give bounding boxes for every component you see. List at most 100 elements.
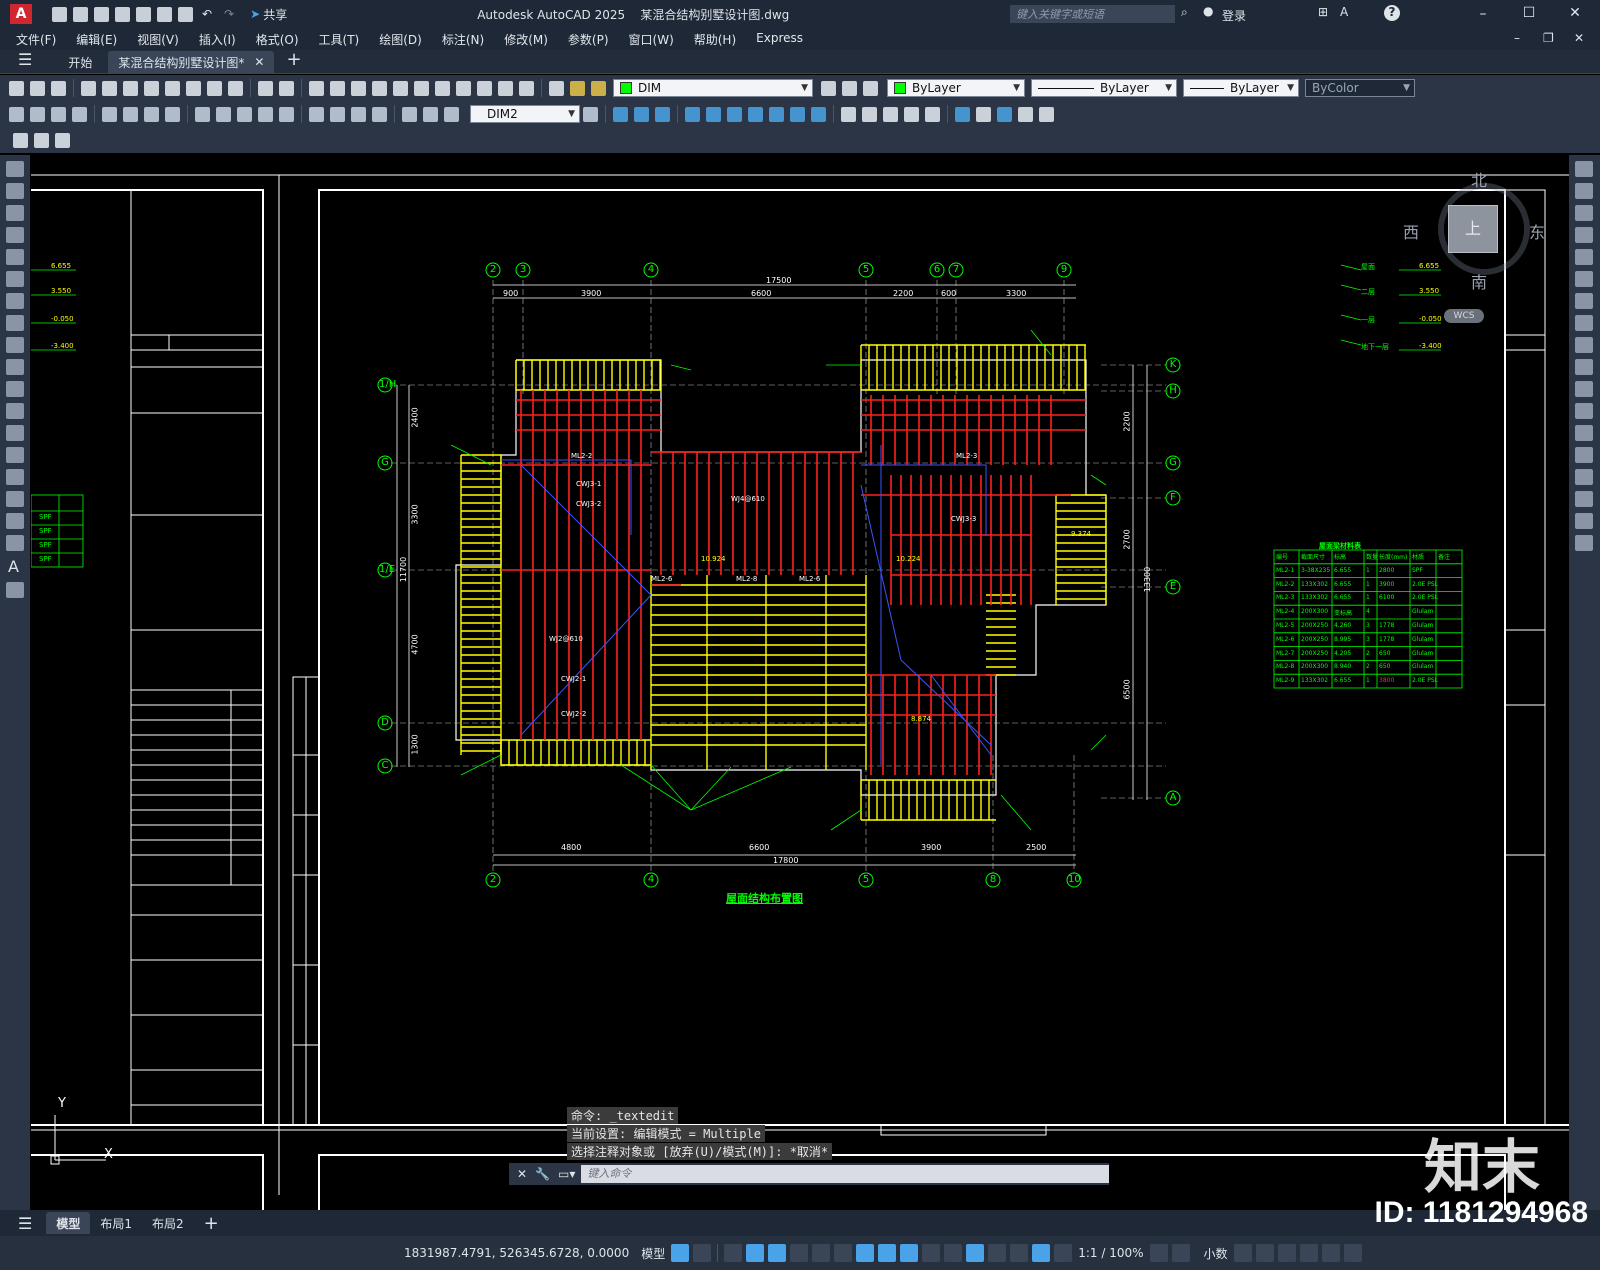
trim-icon[interactable] <box>1575 359 1593 375</box>
tab-layout2[interactable]: 布局2 <box>142 1212 194 1234</box>
dim-text-edit-icon[interactable] <box>423 106 438 122</box>
dimstyle-dropdown[interactable]: DIM2 ▼ <box>470 105 580 123</box>
color-dropdown[interactable]: ByLayer ▼ <box>887 79 1025 97</box>
search-input[interactable]: 键入关键字或短语 <box>1010 5 1175 23</box>
modify-offset-icon[interactable] <box>655 106 670 122</box>
match-prop-icon[interactable] <box>207 80 222 96</box>
snap-icon[interactable] <box>693 1244 712 1262</box>
drawing-canvas[interactable]: 屋面结构布置图 17500 17800 11700 13300 屋面梁材料表 北… <box>31 155 1569 1210</box>
maximize-button[interactable]: ☐ <box>1506 5 1552 21</box>
zoom-realtime-icon[interactable] <box>330 80 345 96</box>
menu-item-5[interactable]: 工具(T) <box>309 31 370 48</box>
quick-access-open-icon[interactable] <box>73 6 88 22</box>
menu-item-0[interactable]: 文件(F) <box>6 31 66 48</box>
menu-item-7[interactable]: 标注(N) <box>432 31 494 48</box>
dim-edit-icon[interactable] <box>402 106 417 122</box>
redo-tb-icon[interactable] <box>279 80 294 96</box>
break-point-icon[interactable] <box>1575 403 1593 419</box>
modify-chamfer-icon[interactable] <box>883 106 898 122</box>
blend-icon[interactable] <box>1575 513 1593 529</box>
tab-layout1[interactable]: 布局1 <box>90 1212 142 1234</box>
3d-osnap-icon[interactable] <box>944 1244 963 1262</box>
quick-access-new-icon[interactable] <box>52 6 67 22</box>
block-attribute-icon[interactable] <box>34 132 49 148</box>
region-icon[interactable] <box>6 513 24 529</box>
dynamic-input-icon[interactable] <box>746 1244 765 1262</box>
menu-item-12[interactable]: Express <box>746 31 813 48</box>
layer-dropdown[interactable]: DIM ▼ <box>613 79 813 97</box>
dynamic-ucs-icon[interactable] <box>966 1244 985 1262</box>
break-icon[interactable] <box>1575 425 1593 441</box>
modify-join-icon[interactable] <box>862 106 877 122</box>
explode-icon[interactable] <box>1575 535 1593 551</box>
design-center-icon[interactable] <box>414 80 429 96</box>
menu-item-10[interactable]: 窗口(W) <box>619 31 684 48</box>
annotation-scale[interactable]: 1:1 / 100% <box>1074 1246 1147 1260</box>
jogged-linear-icon[interactable] <box>372 106 387 122</box>
command-input[interactable]: 键入命令 <box>581 1165 1109 1183</box>
customization-icon[interactable] <box>1343 1244 1362 1262</box>
dim-linear-icon[interactable] <box>9 106 24 122</box>
dim-arc-icon[interactable] <box>51 106 66 122</box>
spline-icon[interactable] <box>6 337 24 353</box>
paste-icon[interactable] <box>186 80 201 96</box>
help-tb-icon[interactable] <box>519 80 534 96</box>
modify-move-icon[interactable] <box>706 106 721 122</box>
menu-item-2[interactable]: 视图(V) <box>127 31 189 48</box>
ellipse-icon[interactable] <box>6 359 24 375</box>
dim-angular-icon[interactable] <box>165 106 180 122</box>
menu-item-3[interactable]: 插入(I) <box>189 31 246 48</box>
dim-baseline-icon[interactable] <box>216 106 231 122</box>
new-tab-button[interactable]: + <box>286 49 301 70</box>
dim-aligned-icon[interactable] <box>30 106 45 122</box>
tab-start[interactable]: 开始 <box>58 51 102 73</box>
tab-close-icon[interactable]: ✕ <box>254 55 264 69</box>
rectangle-icon[interactable] <box>6 249 24 265</box>
plot-icon[interactable] <box>81 80 96 96</box>
isodraft-icon[interactable] <box>812 1244 831 1262</box>
cart-icon[interactable]: ⊞ <box>1318 5 1328 19</box>
publish-icon[interactable] <box>123 80 138 96</box>
move-icon[interactable] <box>1575 271 1593 287</box>
zoom-window-icon[interactable] <box>351 80 366 96</box>
dim-space-icon[interactable] <box>258 106 273 122</box>
draworder-front-icon[interactable] <box>955 106 970 122</box>
copy-object-icon[interactable] <box>1575 183 1593 199</box>
infer-constraints-icon[interactable] <box>724 1244 743 1262</box>
xline-icon[interactable] <box>6 183 24 199</box>
lock-ui-icon[interactable] <box>1255 1244 1274 1262</box>
ortho-icon[interactable] <box>768 1244 787 1262</box>
modify-trim-icon[interactable] <box>790 106 805 122</box>
scale-icon[interactable] <box>1575 315 1593 331</box>
open-icon[interactable] <box>30 80 45 96</box>
undo-icon[interactable]: ↶ <box>202 7 212 21</box>
offset-icon[interactable] <box>1575 227 1593 243</box>
command-prompt-icon[interactable]: ▭▾ <box>558 1167 575 1181</box>
modify-scale-icon[interactable] <box>748 106 763 122</box>
layer-freeze-icon[interactable] <box>591 80 606 96</box>
polar-icon[interactable] <box>790 1244 809 1262</box>
viewcube-north[interactable]: 北 <box>1471 167 1487 191</box>
quick-access-save-icon[interactable] <box>94 6 109 22</box>
dimstyle-manager-icon[interactable] <box>583 106 598 122</box>
transparency-icon[interactable] <box>900 1244 919 1262</box>
login-button[interactable]: 登录 <box>1222 7 1246 24</box>
circle-icon[interactable] <box>6 293 24 309</box>
redo-icon[interactable]: ↷ <box>224 7 234 21</box>
coordinates-readout[interactable]: 1831987.4791, 526345.6728, 0.0000 <box>400 1246 633 1260</box>
modify-copy-icon[interactable] <box>613 106 628 122</box>
pan-icon[interactable] <box>309 80 324 96</box>
menu-item-1[interactable]: 编辑(E) <box>66 31 127 48</box>
ellipse-arc-icon[interactable] <box>6 381 24 397</box>
erase-icon[interactable] <box>1575 161 1593 177</box>
command-close-icon[interactable]: ✕ <box>517 1167 527 1181</box>
auto-scale-icon[interactable] <box>1054 1244 1073 1262</box>
gizmo-icon[interactable] <box>1010 1244 1029 1262</box>
lineweight-display-icon[interactable] <box>878 1244 897 1262</box>
dim-ordinate-icon[interactable] <box>72 106 87 122</box>
annotation-visibility-icon[interactable] <box>1032 1244 1051 1262</box>
app-menu-button[interactable]: A <box>10 4 32 24</box>
calculator-icon[interactable] <box>498 80 513 96</box>
extend-icon[interactable] <box>1575 381 1593 397</box>
menu-item-11[interactable]: 帮助(H) <box>684 31 746 48</box>
